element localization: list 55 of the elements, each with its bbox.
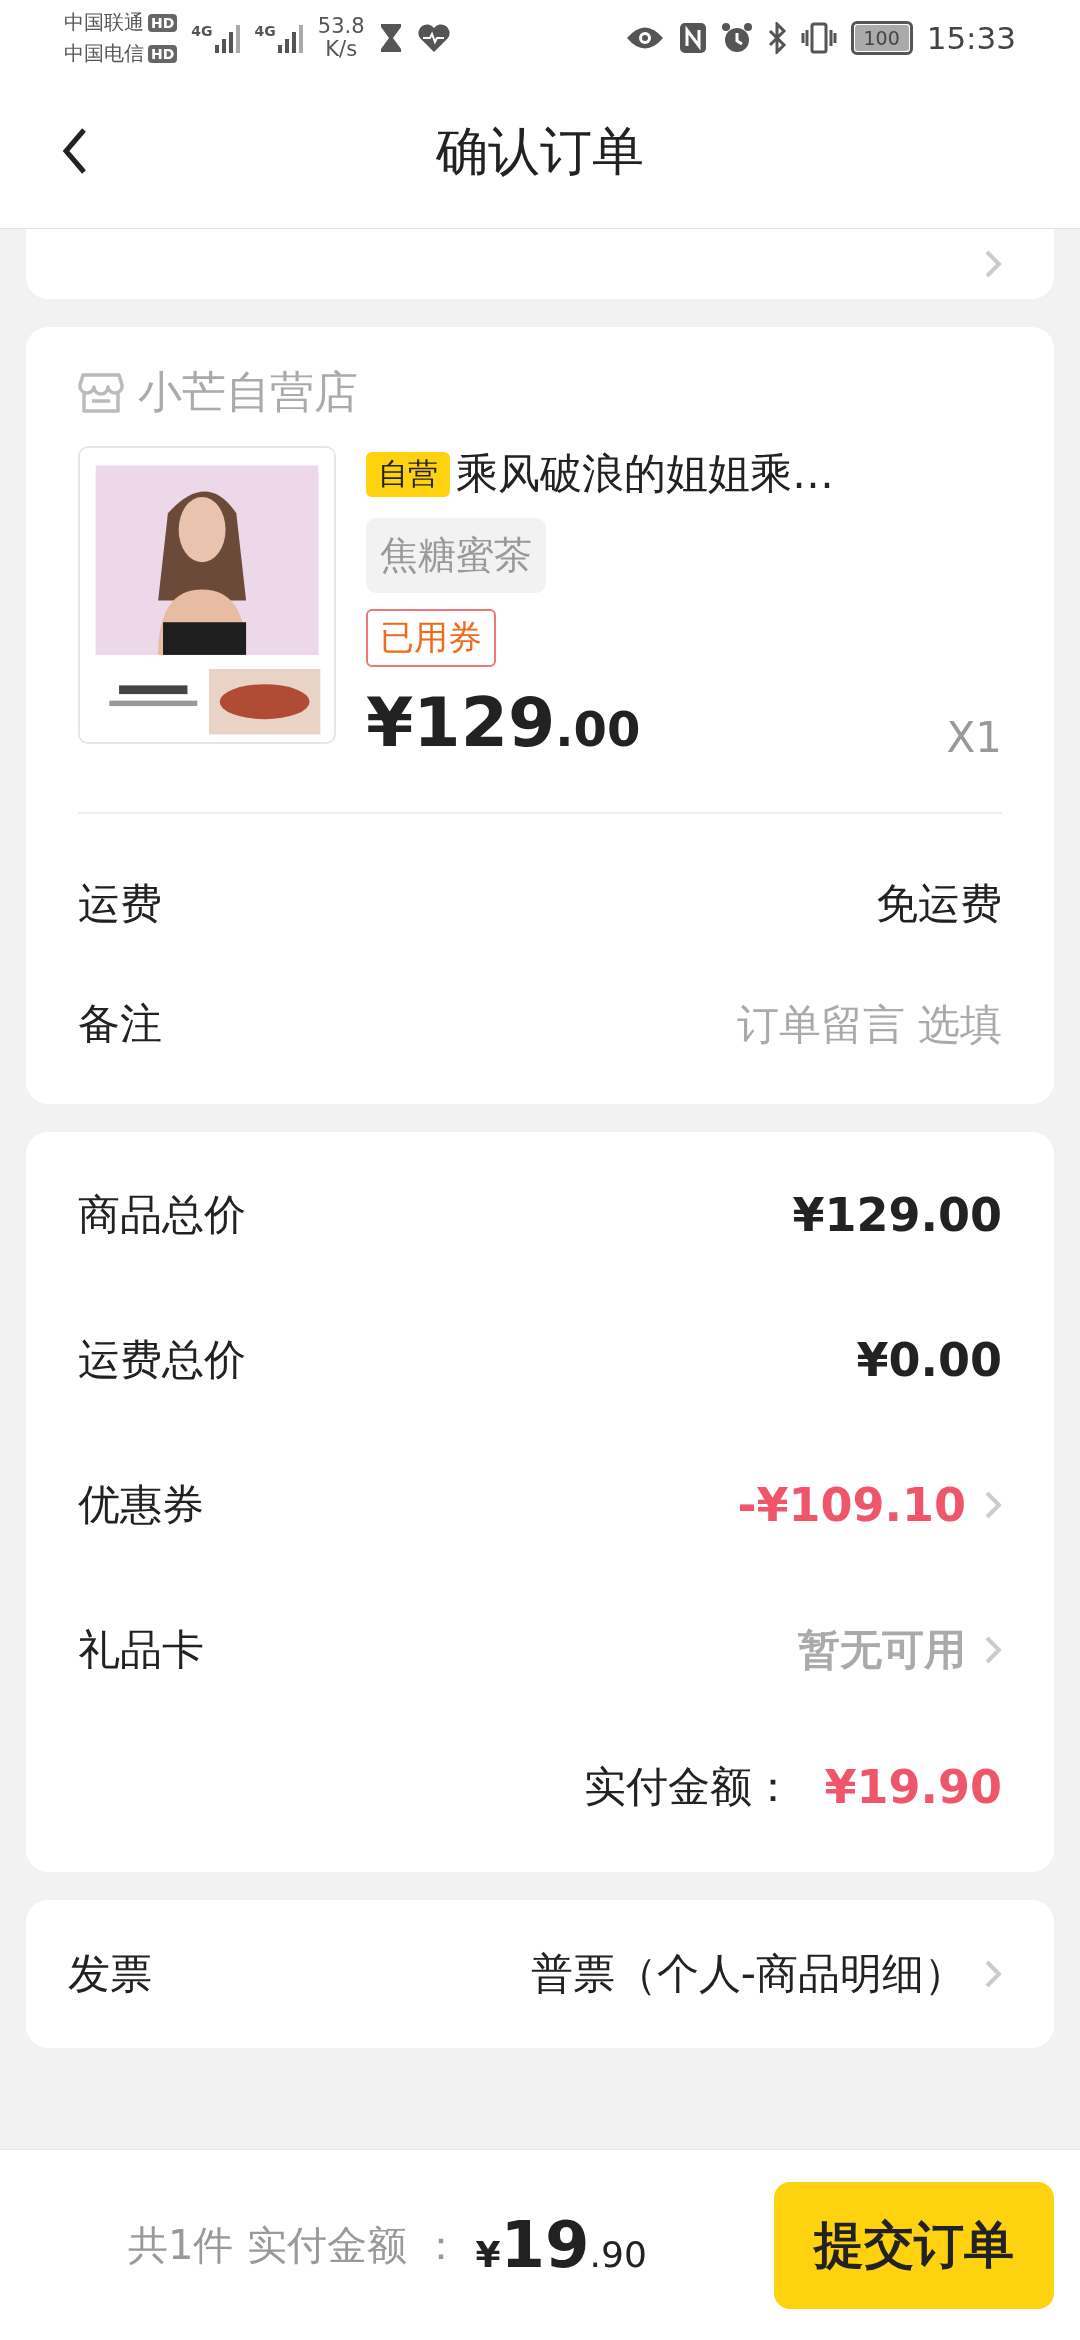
- total-label: 实付金额：: [584, 1761, 795, 1813]
- quantity: X1: [946, 713, 1002, 762]
- note-field[interactable]: 订单留言 选填: [582, 999, 1002, 1049]
- signal-icon: [277, 23, 304, 53]
- chevron-icon: [984, 249, 1002, 279]
- row-value: 免运费: [876, 878, 1002, 930]
- submit-order-button[interactable]: 提交订单: [774, 2181, 1054, 2309]
- page-title: 确认订单: [436, 120, 644, 183]
- invoice-card[interactable]: 发票 普票（个人-商品明细）: [26, 1900, 1054, 2048]
- heart-icon: [416, 23, 451, 53]
- coupon-badge: 已用券: [366, 609, 496, 667]
- hd-badge: HD: [148, 44, 178, 63]
- carrier-name: 中国电信: [64, 40, 144, 67]
- row-label: 备注: [78, 998, 162, 1050]
- self-operated-tag: 自营: [366, 451, 450, 497]
- hd-badge: HD: [148, 13, 178, 32]
- chevron-icon: [984, 1959, 1002, 1989]
- row-label: 运费: [78, 878, 162, 930]
- row-value: 暂无可用: [798, 1623, 966, 1676]
- chevron-icon[interactable]: [984, 1489, 1002, 1520]
- battery-icon: 100: [850, 21, 913, 55]
- row-label: 运费总价: [78, 1333, 246, 1386]
- variant-chip: 焦糖蜜茶: [366, 518, 546, 593]
- network-type: 4G: [254, 23, 276, 39]
- carrier-name: 中国联通: [64, 9, 144, 36]
- chevron-icon[interactable]: [984, 1634, 1002, 1665]
- total-label: 实付金额: [247, 2220, 408, 2270]
- speed-unit: K/s: [325, 38, 358, 62]
- row-label: 发票: [68, 1948, 152, 2000]
- row-value: ¥0.00: [856, 1332, 1002, 1387]
- bluetooth-icon: [766, 22, 787, 54]
- network-speed: 53.8: [317, 14, 365, 38]
- eye-icon: [624, 25, 665, 51]
- row-value: -¥109.10: [737, 1477, 966, 1532]
- colon: ：: [421, 2220, 462, 2270]
- address-card[interactable]: [26, 229, 1054, 299]
- network-type: 4G: [191, 23, 213, 39]
- row-label: 礼品卡: [78, 1623, 204, 1676]
- hourglass-icon: [378, 22, 403, 54]
- row-value: ¥129.00: [792, 1187, 1002, 1242]
- clock-time: 15:33: [926, 20, 1016, 56]
- product-price: ¥129.00: [366, 683, 641, 762]
- vibrate-icon: [800, 22, 837, 54]
- total-amount: ¥19.90: [475, 2208, 647, 2282]
- row-label: 商品总价: [78, 1188, 246, 1241]
- item-count: 共1件: [128, 2220, 234, 2270]
- row-value: 普票（个人-商品明细）: [530, 1948, 966, 2000]
- signal-icon: [214, 23, 241, 53]
- row-label: 优惠券: [78, 1478, 204, 1531]
- store-icon: [78, 370, 124, 415]
- shop-name: 小芒自营店: [138, 365, 358, 419]
- nfc-icon: [678, 22, 707, 54]
- alarm-icon: [720, 22, 753, 54]
- product-title: 乘风破浪的姐姐乘…: [456, 448, 834, 500]
- total-amount: ¥19.90: [824, 1760, 1002, 1814]
